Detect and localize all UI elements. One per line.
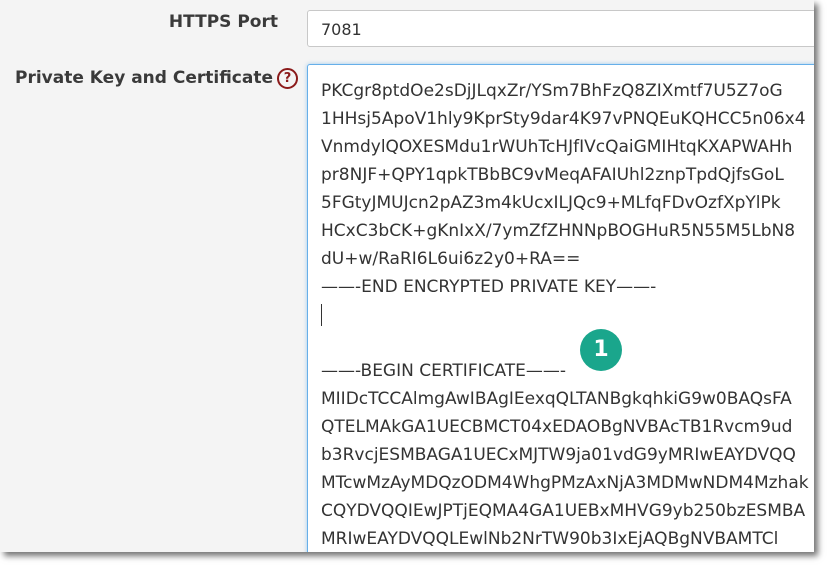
key-caret-line bbox=[321, 301, 809, 329]
private-key-label: Private Key and Certificate? bbox=[15, 68, 299, 89]
private-key-textarea[interactable]: PKCgr8ptdOe2sDjJLqxZr/YSm7BhFzQ8ZIXmtf7U… bbox=[307, 64, 814, 552]
key-end-marker: ——-END ENCRYPTED PRIVATE KEY——- bbox=[321, 277, 657, 297]
cert-line: MIIDcTCCAlmgAwIBAgIEexqQLTANBgkqhkiG9w0B… bbox=[321, 389, 792, 409]
key-line: pr8NJF+QPY1qpkTBbBC9vMeqAFAIUhl2znpTpdQj… bbox=[321, 165, 784, 185]
key-line: dU+w/RaRI6L6ui6z2y0+RA== bbox=[321, 249, 581, 269]
cert-line: CQYDVQQIEwJPTjEQMA4GA1UEBxMHVG9yb250bzES… bbox=[321, 501, 806, 521]
key-line: HCxC3bCK+gKnIxX/7ymZfZHNNpBOGHuR5N55M5Lb… bbox=[321, 221, 796, 241]
cert-line: QTELMAkGA1UECBMCT04xEDAOBgNVBAcTB1Rvcm9u… bbox=[321, 417, 793, 437]
callout-badge: 1 bbox=[580, 329, 622, 371]
cert-line: MTcwMzAyMDQzODM4WhgPMzAxNjA3MDMwNDM4Mzha… bbox=[321, 473, 809, 493]
key-blank-line bbox=[321, 329, 809, 357]
https-port-label: HTTPS Port bbox=[168, 12, 278, 32]
cert-begin-marker: ——-BEGIN CERTIFICATE——- bbox=[321, 361, 567, 381]
key-line: VnmdylQOXESMdu1rWUhTcHJfIVcQaiGMIHtqKXAP… bbox=[321, 137, 793, 157]
help-icon[interactable]: ? bbox=[277, 68, 299, 89]
key-line bbox=[321, 67, 809, 77]
settings-panel: HTTPS Port 7081 Private Key and Certific… bbox=[0, 0, 814, 552]
cert-line: b3RvcjESMBAGA1UECxMJTW9ja01vdG9yMRIwEAYD… bbox=[321, 445, 796, 465]
https-port-input[interactable]: 7081 bbox=[307, 10, 814, 47]
key-line: 5FGtyJMUJcn2pAZ3m4kUcxILJQc9+MLfqFDvOzfX… bbox=[321, 193, 781, 213]
key-line: 1HHsj5ApoV1hly9KprSty9dar4K97vPNQEuKQHCC… bbox=[321, 109, 806, 129]
text-caret bbox=[321, 304, 322, 326]
private-key-content: PKCgr8ptdOe2sDjJLqxZr/YSm7BhFzQ8ZIXmtf7U… bbox=[321, 67, 809, 552]
cert-line: MRIwEAYDVQQLEwlNb2NrTW90b3IxEjAQBgNVBAMT… bbox=[321, 529, 779, 549]
key-line: PKCgr8ptdOe2sDjJLqxZr/YSm7BhFzQ8ZIXmtf7U… bbox=[321, 81, 783, 101]
